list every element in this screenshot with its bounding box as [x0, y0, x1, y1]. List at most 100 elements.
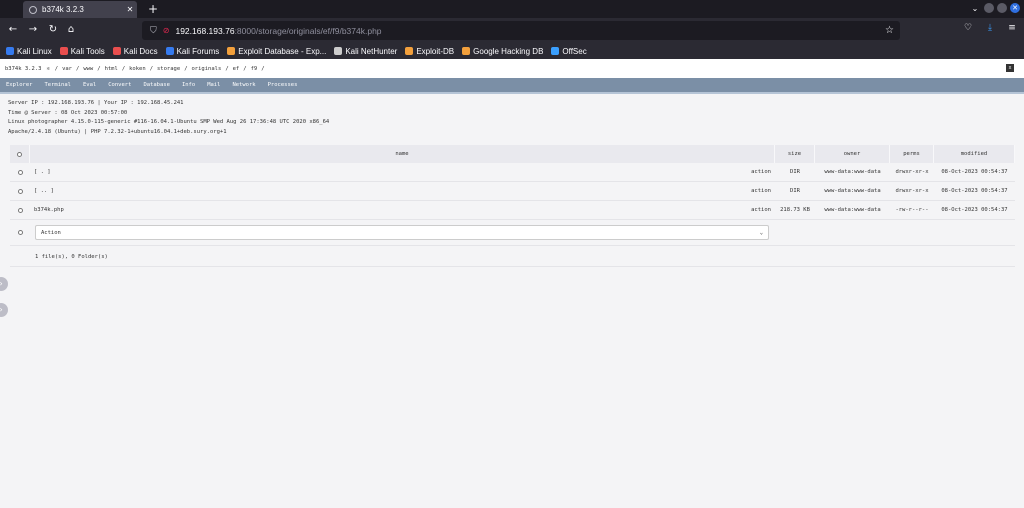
bookmark-item[interactable]: Google Hacking DB: [462, 47, 543, 56]
server-info-line: Server IP : 192.168.193.76 | Your IP : 1…: [8, 100, 184, 106]
bookmarks-bar: Kali Linux Kali Tools Kali Docs Kali Forums…: [0, 43, 1024, 59]
tab-close-icon[interactable]: ✕: [123, 5, 137, 14]
new-tab-button[interactable]: +: [145, 1, 161, 17]
bookmark-item[interactable]: Exploit-DB: [405, 47, 454, 56]
exploit-db-icon: [227, 47, 236, 55]
breadcrumb-item[interactable]: originals: [192, 66, 222, 72]
close-button[interactable]: x: [1006, 64, 1014, 72]
shell-header: b374k 3.2.3 ✲ / var / www / html / koken / storag…: [0, 59, 1024, 78]
col-name[interactable]: name: [30, 145, 775, 163]
kali-docs-icon: [112, 47, 121, 55]
file-name-link[interactable]: b374k.php: [34, 207, 64, 213]
menu-item-terminal[interactable]: Terminal: [45, 82, 84, 88]
breadcrumb-item[interactable]: html: [105, 66, 118, 72]
row-action-button[interactable]: action: [751, 169, 771, 175]
menu-item-network[interactable]: Network: [232, 82, 267, 88]
url-host: 192.168.193.76: [175, 25, 235, 36]
row-checkbox[interactable]: [10, 169, 30, 175]
menu-item-convert[interactable]: Convert: [108, 82, 143, 88]
size-cell: DIR: [790, 169, 800, 175]
kali-icon: [6, 47, 14, 55]
reload-icon[interactable]: ↻: [46, 23, 60, 37]
breadcrumb-separator: /: [225, 65, 229, 72]
row-checkbox[interactable]: [10, 188, 30, 194]
menu-item-mail[interactable]: Mail: [207, 82, 232, 88]
menu-item-database[interactable]: Database: [143, 82, 182, 88]
window-close-button[interactable]: ✕: [1010, 3, 1020, 13]
col-perms[interactable]: perms: [890, 145, 934, 163]
browser-tab[interactable]: b374k 3.2.3 ✕: [23, 1, 137, 18]
action-select[interactable]: Action ⌄: [35, 225, 769, 240]
modified-cell: 08-Oct-2023 00:54:37: [941, 169, 1008, 175]
downloads-icon[interactable]: ⤓: [984, 23, 996, 33]
bookmark-item[interactable]: Kali NetHunter: [334, 47, 397, 56]
select-all-checkbox[interactable]: [10, 145, 30, 163]
row-checkbox[interactable]: [10, 207, 30, 213]
breadcrumb-item[interactable]: f9: [251, 66, 258, 72]
exploit-db-icon: [405, 47, 414, 55]
menu-item-explorer[interactable]: Explorer: [6, 82, 45, 88]
menu-divider: [0, 92, 1024, 94]
bookmark-item[interactable]: Kali Linux: [6, 47, 52, 56]
forward-arrow-icon[interactable]: →: [26, 23, 40, 37]
server-info-line: Apache/2.4.18 (Ubuntu) | PHP 7.2.32-1+ub…: [8, 128, 227, 135]
owner-cell: www-data:www-data: [824, 188, 881, 194]
bookmark-item[interactable]: Exploit Database - Exp...: [227, 47, 326, 56]
owner-cell: www-data:www-data: [824, 207, 881, 213]
menu-icon[interactable]: ≡: [1006, 23, 1018, 33]
maximize-button[interactable]: [997, 3, 1007, 13]
breadcrumb-separator: /: [184, 65, 188, 72]
bookmark-item[interactable]: OffSec: [551, 47, 587, 56]
bookmark-item[interactable]: Kali Tools: [59, 46, 105, 56]
minimize-button[interactable]: [984, 3, 994, 13]
insecure-lock-icon[interactable]: ⊘: [163, 26, 170, 35]
file-name-link[interactable]: [ .. ]: [34, 188, 54, 194]
home-icon[interactable]: ⌂: [64, 23, 78, 37]
bookmark-star-icon[interactable]: ☆: [885, 25, 894, 36]
table-header: name size owner perms modified: [10, 145, 1015, 163]
row-action-button[interactable]: action: [751, 207, 771, 213]
web-page: b374k 3.2.3 ✲ / var / www / html / koken / storag…: [0, 59, 1024, 508]
tab-list-icon[interactable]: ⌄: [969, 4, 981, 13]
bookmark-item[interactable]: Kali Forums: [165, 47, 219, 56]
shield-icon[interactable]: ⛉: [150, 26, 157, 36]
file-name-link[interactable]: [ . ]: [34, 169, 51, 175]
breadcrumb-separator: /: [121, 65, 126, 72]
breadcrumb: / var / www / html / koken / storage / originals / ef…: [55, 66, 269, 72]
pocket-icon[interactable]: ♡: [962, 23, 974, 33]
menu-item-processes[interactable]: Processes: [268, 82, 310, 88]
side-arrow-icon[interactable]: ›: [0, 277, 8, 291]
action-row: Action ⌄: [10, 220, 1015, 246]
breadcrumb-item[interactable]: www: [83, 66, 93, 72]
breadcrumb-item[interactable]: koken: [129, 66, 146, 72]
breadcrumb-item[interactable]: var: [62, 66, 72, 72]
breadcrumb-separator: /: [97, 65, 101, 72]
bookmark-item[interactable]: Kali Docs: [112, 47, 158, 56]
side-arrow-icon[interactable]: ›: [0, 303, 8, 317]
nethunter-icon: [334, 47, 343, 55]
server-info-line: Time @ Server : 08 Oct 2023 00:57:00: [8, 109, 128, 116]
row-action-button[interactable]: action: [751, 188, 771, 194]
perms-cell[interactable]: -rw-r--r--: [890, 207, 934, 213]
url-bar[interactable]: ⛉ ⊘ 192.168.193.76 :8000/storage/origina…: [142, 21, 900, 40]
col-size[interactable]: size: [775, 145, 815, 163]
shell-name[interactable]: b374k 3.2.3: [5, 66, 41, 72]
perms-cell[interactable]: drwxr-xr-x: [890, 169, 934, 175]
perms-cell[interactable]: drwxr-xr-x: [890, 188, 934, 194]
name-cell: [ .. ] action: [30, 188, 775, 194]
bookmark-label: Google Hacking DB: [473, 46, 544, 56]
breadcrumb-item[interactable]: storage: [157, 66, 180, 72]
breadcrumb-item[interactable]: ef: [233, 66, 240, 72]
menu-item-info[interactable]: Info: [182, 82, 207, 88]
row-checkbox[interactable]: [10, 230, 30, 235]
gear-icon[interactable]: ✲: [46, 66, 49, 72]
col-modified[interactable]: modified: [934, 145, 1015, 163]
back-arrow-icon[interactable]: ←: [6, 23, 20, 37]
table-row: b374k.php action 218.73 KB www-data:www-dat…: [10, 201, 1015, 220]
table-row: [ . ] action DIR www-data:www-data drwxr-xr-…: [10, 163, 1015, 182]
menu-item-eval[interactable]: Eval: [83, 82, 108, 88]
bookmark-label: Kali Linux: [17, 46, 52, 56]
size-cell: DIR: [790, 188, 800, 194]
col-owner[interactable]: owner: [815, 145, 890, 163]
bookmark-label: Kali Tools: [70, 46, 105, 56]
